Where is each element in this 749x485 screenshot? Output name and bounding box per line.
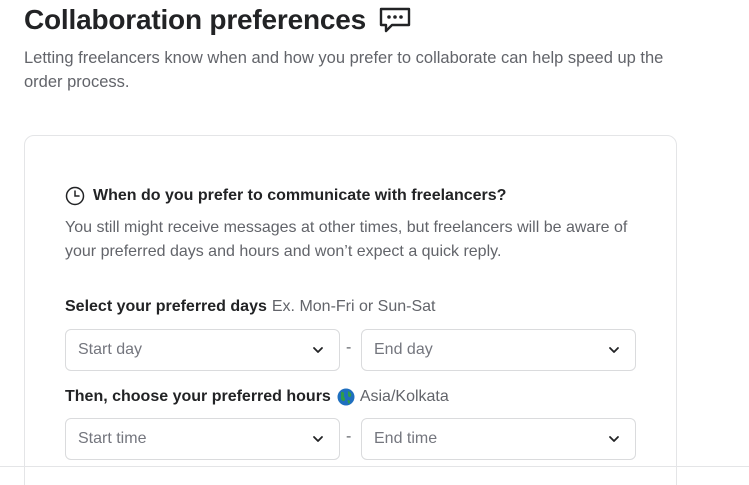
days-hint: Ex. Mon-Fri or Sun-Sat [271, 298, 436, 315]
end-day-placeholder: End day [374, 341, 433, 358]
chevron-down-icon [311, 432, 325, 446]
end-time-placeholder: End time [374, 430, 438, 447]
hours-label: Then, choose your preferred hours Asia/K… [65, 388, 449, 406]
page-title-text: Collaboration preferences [24, 4, 366, 35]
end-day-select[interactable]: End day [361, 329, 636, 371]
days-separator: - [346, 339, 352, 356]
start-time-placeholder: Start time [78, 430, 147, 447]
chevron-down-icon [607, 432, 621, 446]
clock-icon [65, 186, 85, 206]
chevron-down-icon [607, 343, 621, 357]
start-day-select[interactable]: Start day [65, 329, 340, 371]
hours-label-text: Then, choose your preferred hours [65, 388, 331, 405]
days-label-text: Select your preferred days [65, 298, 267, 315]
communication-card: When do you prefer to communicate with f… [24, 135, 677, 485]
timezone-text: Asia/Kolkata [359, 388, 449, 405]
section-description: You still might receive messages at othe… [65, 219, 628, 260]
chevron-down-icon [311, 343, 325, 357]
page-title: Collaboration preferences [24, 4, 412, 36]
start-day-placeholder: Start day [78, 341, 143, 358]
footer-divider [0, 466, 749, 467]
end-time-select[interactable]: End time [361, 418, 636, 460]
globe-icon [337, 388, 355, 406]
start-time-select[interactable]: Start time [65, 418, 340, 460]
chat-bubble-dots-icon [378, 6, 412, 34]
days-label: Select your preferred days Ex. Mon-Fri o… [65, 298, 435, 316]
section-heading-text: When do you prefer to communicate with f… [93, 187, 507, 204]
hours-separator: - [346, 428, 352, 445]
intro-text: Letting freelancers know when and how yo… [24, 49, 664, 91]
section-heading: When do you prefer to communicate with f… [65, 186, 506, 206]
